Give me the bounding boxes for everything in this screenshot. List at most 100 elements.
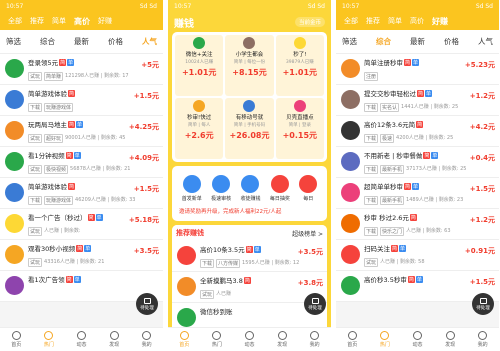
list-item[interactable]: 高价10条3.5元简单下载 八方传媒 1595人已赚 | 剩余数: 12 +3.5元 [172,241,327,272]
nav-item-4[interactable]: 我的 [478,331,488,348]
task-reward: +1.2元 [469,92,495,100]
task-badge: 单 [84,244,92,252]
task-title: 观看30秒小视频 [28,245,76,253]
task-meta: 下载 玩赚游戏体 [28,103,159,112]
nav-item-2[interactable]: 动态 [412,331,422,348]
pending-button[interactable]: 待处理 [304,293,326,315]
list-item[interactable]: 不用新老 | 秒审餐做简单下载 最新手机 37173人已赚 | 剩余数: 25 +0.… [336,147,499,178]
sort-1[interactable]: 最新 [74,36,89,47]
task-reward: +4.09元 [128,154,159,162]
shortcut-3[interactable]: 每日抽奖 [270,175,290,202]
featured-task[interactable]: 小学生都会 简单 | 每位一份 +8.15元 [225,35,274,96]
list-item[interactable]: 玩两局马地主简单试玩 超好玩 90001人已赚 | 剩余数: 45 +4.25元 [0,116,163,147]
featured-task[interactable]: 秒审!快过 简单 | 每人 +2.6元 [175,98,224,159]
sort-3[interactable]: 价格 [444,36,459,47]
task-reward: +3.8元 [297,279,323,287]
shortcut-1[interactable]: 极速审核 [211,175,231,202]
list-item[interactable]: 全新摸鹏马3.8 简试玩 人已赚 +3.8元 [172,272,327,303]
nav-item-1[interactable]: 热门 [380,331,390,348]
nav-item-3[interactable]: 发现 [445,331,455,348]
tab-4[interactable]: 好赚 [94,16,116,26]
list-item[interactable]: 看1分钟视频简单试玩 极快视频 56878人已赚 | 剩余数: 21 +4.09元 [0,147,163,178]
sort-2[interactable]: 价格 [108,36,123,47]
list-item[interactable]: 高价12条3.6元简简下载 极速 4200人已赚 | 剩余数: 25 +4.2元 [336,116,499,147]
task-meta: 试玩 简单赚 121298人已赚 | 剩余数: 17 [28,72,159,81]
task-type-tag: 试玩 [28,165,43,174]
pending-button[interactable]: 待处理 [136,293,158,315]
list-item[interactable]: 提交交秒审轻松过简单下载 实名认 1441人已赚 | 剩余数: 25 +1.2元 [336,85,499,116]
tab-2[interactable]: 简单 [384,16,406,26]
nav-item-4[interactable]: 我的 [142,331,152,348]
sort-1[interactable]: 综合 [376,36,391,47]
nav-item-0[interactable]: 首页 [347,331,357,348]
tab-4[interactable]: 好赚 [428,16,452,27]
task-avatar [341,121,360,140]
nav-item-0[interactable]: 首页 [179,331,189,348]
pending-button[interactable]: 待处理 [472,293,494,315]
task-stats: 121298人已赚 | 剩余数: 17 [65,73,129,79]
task-avatar [341,183,360,202]
list-item[interactable]: 简单游戏体验简下载 玩赚游戏体 +1.5元 [0,85,163,116]
featured-reward: +26.08元 [229,131,270,140]
list-item[interactable]: 简单游戏体验简下载 玩赚游戏体 46209人已赚 | 剩余数: 33 +1.5元 [0,178,163,209]
panel-task-list-hot: 10:57 Sd Sd 全部 推荐 简单 高价 好赚 筛选 综合 最新 价格 人气 登录领5元简单… [0,0,163,351]
featured-task[interactable]: 秒了! 39879人已赚 +1.01元 [275,35,324,96]
list-item[interactable]: 登录领5元简单试玩 简单赚 121298人已赚 | 剩余数: 17 +5元 [0,54,163,85]
filter-button[interactable]: 筛选 [6,36,21,47]
task-type-tag: 试玩 [200,290,215,299]
gold-balance[interactable]: 当前金币 [294,17,325,27]
nav-label: 发现 [277,342,288,348]
task-source-tag: 实名认 [380,103,400,112]
nav-icon [445,331,455,340]
nav-item-1[interactable]: 热门 [44,331,54,348]
list-item[interactable]: 超简单单秒审简单下载 最新手机 1489人已赚 | 剩余数: 23 +1.5元 [336,178,499,209]
task-source-tag: 最新手机 [380,165,405,174]
list-item[interactable]: 秒审 秒过2.6元简下载 快乐之门 人已赚 | 剩余数: 63 +1.2元 [336,209,499,240]
tab-0[interactable]: 全部 [4,16,26,26]
nav-item-0[interactable]: 首页 [11,331,21,348]
super-ranking-link[interactable]: 超级榜单 > [292,229,323,238]
list-item[interactable]: 观看30秒小视频简单试玩 43316人已赚 | 剩余数: 21 +3.5元 [0,240,163,271]
shortcut-label: 每日抽奖 [269,196,290,202]
shortcut-4[interactable]: 每日 [299,175,318,202]
task-avatar [193,37,206,49]
sort-4[interactable]: 人气 [478,36,493,47]
task-title-row: 扫码关注简单 [364,243,474,253]
shortcut-2[interactable]: 收徒赚钱 [240,175,260,202]
nav-item-2[interactable]: 动态 [76,331,86,348]
task-badge: 简 [245,245,253,253]
shortcut-0[interactable]: 首发新单 [182,175,202,202]
task-title: 超简单单秒审 [364,183,403,191]
sort-0[interactable]: 综合 [40,36,55,47]
nav-icon [478,331,488,340]
tab-1[interactable]: 推荐 [26,16,48,26]
nav-label: 我的 [309,342,320,348]
tab-2[interactable]: 简单 [48,16,70,26]
list-item[interactable]: 简单注册秒审简单注册 +5.23元 [336,54,499,85]
tab-1[interactable]: 推荐 [362,16,384,26]
tab-0[interactable]: 全部 [340,16,362,26]
task-avatar [5,121,24,140]
task-stats: 人已赚 | 剩余数: 63 [406,228,451,234]
nav-item-4[interactable]: 我的 [310,331,320,348]
list-item[interactable]: 看一个广告（秒过）简单试玩 人已赚 | 剩余数: +5.18元 [0,209,163,240]
nav-item-2[interactable]: 动态 [244,331,254,348]
task-badge: 简 [243,276,251,284]
task-reward: +5元 [141,61,159,69]
tab-3[interactable]: 高价 [406,16,428,26]
invite-notice[interactable]: 邀请奖励再升级，完成新人福利22元/人起 [175,204,324,218]
sort-2[interactable]: 最新 [410,36,425,47]
task-title-row: 高价秒3.5秒审简单 [364,274,474,284]
featured-task[interactable]: 微信+关注 10024人已赚 +1.01元 [175,35,224,96]
sort-0[interactable]: 筛选 [342,36,357,47]
nav-item-3[interactable]: 发现 [277,331,287,348]
featured-task[interactable]: 贝壳直播点 简单 | 登录 +0.15元 [275,98,324,159]
bottom-nav: 首页 热门 动态 发现 我的 [168,327,331,351]
task-avatar [5,183,24,202]
list-item[interactable]: 扫码关注简单试玩 人已赚 | 剩余数: 58 +0.91元 [336,240,499,271]
nav-item-1[interactable]: 热门 [212,331,222,348]
featured-task[interactable]: 有移动号就 简单 | 手机号码 +26.08元 [225,98,274,159]
sort-3[interactable]: 人气 [142,36,157,47]
nav-item-3[interactable]: 发现 [109,331,119,348]
tab-3[interactable]: 高价 [70,16,94,27]
